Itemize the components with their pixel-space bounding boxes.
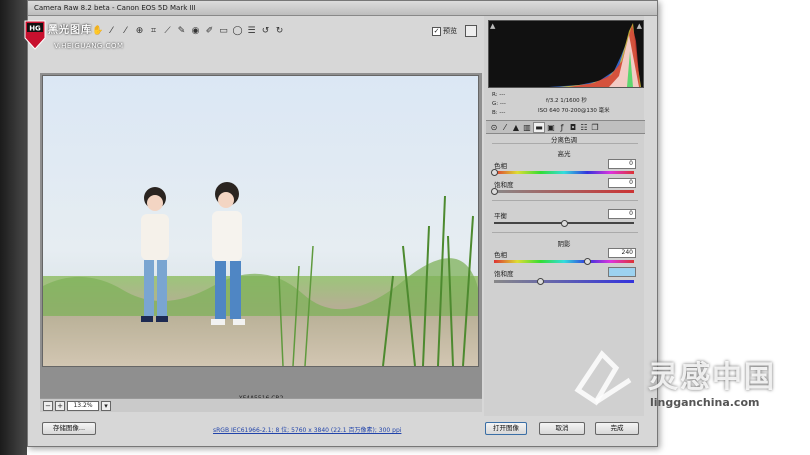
balance-value[interactable]: 0: [608, 209, 636, 219]
logo-url: V.HEIGUANG.COM: [54, 42, 124, 50]
shadows-saturation-thumb[interactable]: [537, 278, 545, 285]
camera-raw-window: Camera Raw 8.2 beta - Canon EOS 5D Mark …: [27, 0, 658, 447]
balance-thumb[interactable]: [561, 220, 568, 227]
straighten-icon[interactable]: ⟋: [162, 26, 173, 37]
tab-basic[interactable]: ⊙: [489, 123, 499, 132]
tab-hsl[interactable]: ▥: [522, 123, 532, 132]
spot-removal-icon[interactable]: ✎: [176, 26, 187, 37]
shadows-heading: 阴影: [557, 240, 571, 248]
rotate-cw-icon[interactable]: ↻: [274, 26, 285, 37]
split-toning-panel: 分离色调 高光 色相 0 饱和度 0 平衡 0 阴影 色相 240 饱和度: [486, 134, 642, 294]
shadows-saturation-slider[interactable]: [494, 278, 634, 285]
highlights-saturation-thumb[interactable]: [491, 188, 498, 195]
zoom-out-button[interactable]: −: [43, 401, 53, 411]
shadows-hue-value[interactable]: 240: [608, 248, 636, 258]
tab-camera-calibration[interactable]: ◘: [568, 123, 578, 132]
title-divider: [492, 143, 638, 144]
panel-tabs: ⊙ ⁄ ▲ ▥ ▬ ▣ ƒ ◘ ☷ ❐: [486, 120, 645, 134]
tab-snapshots[interactable]: ❐: [590, 123, 600, 132]
photo-preview[interactable]: [42, 75, 479, 367]
preview-toggle[interactable]: ✓ 预览: [432, 26, 457, 36]
zoom-in-button[interactable]: +: [55, 401, 65, 411]
histogram-graph: [489, 23, 641, 87]
open-image-button[interactable]: 打开图像: [485, 422, 527, 435]
rotate-ccw-icon[interactable]: ↺: [260, 26, 271, 37]
shadows-hue-slider[interactable]: [494, 258, 634, 265]
section-divider: [492, 200, 638, 201]
section-divider-2: [492, 232, 638, 233]
highlights-heading: 高光: [557, 150, 571, 158]
camera-info: R: --- G: --- B: --- f/3.2 1/1600 秒 ISO …: [488, 89, 642, 121]
desktop-background: [0, 0, 27, 455]
tab-effects[interactable]: ƒ: [557, 123, 567, 132]
heiguang-logo-icon: HG: [24, 20, 46, 50]
highlights-hue-slider[interactable]: [491, 169, 634, 176]
highlights-saturation-label: 饱和度: [494, 181, 514, 189]
color-sampler-icon[interactable]: ⁄: [120, 26, 131, 37]
shadows-saturation-label: 饱和度: [494, 270, 514, 278]
shadows-hue-label: 色相: [494, 251, 507, 259]
target-adjust-icon[interactable]: ⊕: [134, 26, 145, 37]
white-balance-icon[interactable]: ⁄: [106, 26, 117, 37]
crop-icon[interactable]: ⌗: [148, 26, 159, 37]
highlights-hue-thumb[interactable]: [491, 169, 498, 176]
adjustment-brush-icon[interactable]: ✐: [204, 26, 215, 37]
highlight-clipping-icon[interactable]: ▲: [637, 22, 642, 30]
shadow-clipping-icon[interactable]: ▲: [490, 22, 495, 30]
balance-slider[interactable]: [494, 220, 634, 227]
readout-g: G: ---: [492, 101, 506, 107]
readout-b: B: ---: [492, 110, 506, 116]
readout-r: R: ---: [492, 92, 506, 98]
status-bar: − + 13.2% ▾: [40, 398, 482, 412]
preview-checkbox[interactable]: ✓: [432, 26, 441, 36]
iso-lens-info: ISO 640 70-200@130 毫米: [538, 108, 610, 114]
tab-detail[interactable]: ▲: [511, 123, 521, 132]
tab-lens-corrections[interactable]: ▣: [546, 123, 556, 132]
exposure-info: f/3.2 1/1600 秒: [546, 98, 587, 104]
image-canvas: XF4A5516.CR2: [40, 73, 482, 402]
tab-presets[interactable]: ☷: [579, 123, 589, 132]
zoom-level[interactable]: 13.2%: [67, 401, 99, 411]
logo-brand: 黑光图库: [48, 25, 92, 36]
save-image-button[interactable]: 存储图像...: [42, 422, 96, 435]
graduated-filter-icon[interactable]: ▭: [218, 26, 229, 37]
preview-label: 预览: [443, 27, 457, 35]
cancel-button[interactable]: 取消: [539, 422, 585, 435]
zoom-dropdown-button[interactable]: ▾: [101, 401, 111, 411]
watermark-url: lingganchina.com: [650, 396, 760, 409]
workflow-options-link[interactable]: sRGB IEC61966-2.1; 8 位; 5760 x 3840 (22.…: [213, 425, 401, 434]
shadows-hue-thumb[interactable]: [584, 258, 592, 265]
photo-scene: [43, 76, 478, 366]
highlights-saturation-slider[interactable]: [491, 188, 634, 195]
highlights-saturation-value[interactable]: 0: [608, 178, 636, 188]
title-bar: Camera Raw 8.2 beta - Canon EOS 5D Mark …: [28, 1, 657, 16]
tool-row: ⌕ ✋ ⁄ ⁄ ⊕ ⌗ ⟋ ✎ ◉ ✐ ▭ ◯ ☰ ↺ ↻: [78, 26, 285, 37]
watermark-text: 灵感中国: [648, 360, 776, 395]
radial-filter-icon[interactable]: ◯: [232, 26, 243, 37]
done-button[interactable]: 完成: [595, 422, 639, 435]
red-eye-icon[interactable]: ◉: [190, 26, 201, 37]
tab-split-toning[interactable]: ▬: [533, 121, 545, 133]
logo-badge-text: HG: [29, 25, 41, 33]
fullscreen-button[interactable]: [465, 25, 477, 37]
balance-label: 平衡: [494, 212, 507, 220]
shadows-saturation-value[interactable]: [608, 267, 636, 277]
hand-icon[interactable]: ✋: [92, 26, 103, 37]
preferences-icon[interactable]: ☰: [246, 26, 257, 37]
highlights-hue-value[interactable]: 0: [608, 159, 636, 169]
zoom-control: − + 13.2% ▾: [43, 401, 111, 411]
tab-tone-curve[interactable]: ⁄: [500, 123, 510, 132]
histogram: ▲ ▲: [488, 20, 644, 88]
window-title: Camera Raw 8.2 beta - Canon EOS 5D Mark …: [34, 4, 196, 12]
